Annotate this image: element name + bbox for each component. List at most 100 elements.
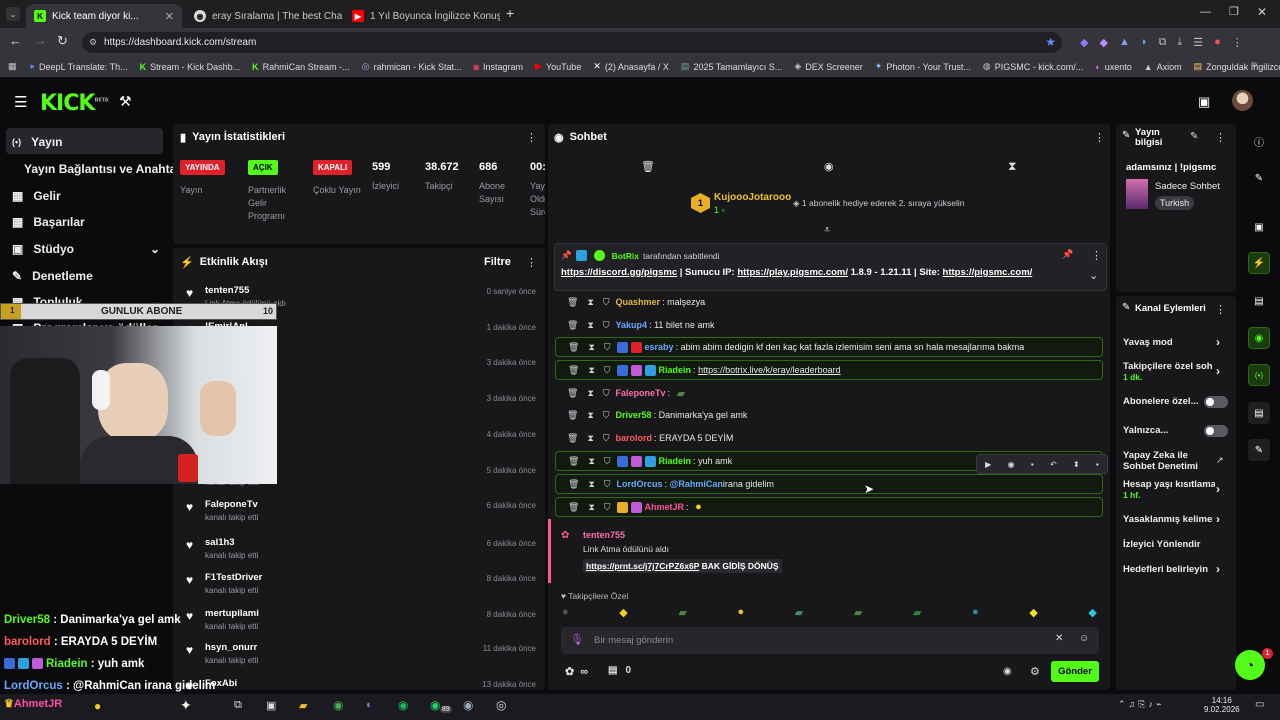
stack-icon[interactable]: ▤ [1248, 402, 1270, 424]
delete-icon[interactable]: 🗑 [568, 342, 579, 353]
bookmark[interactable]: K Stream - Kick Dashb... [140, 62, 241, 72]
ban-shield-icon[interactable]: ⛉ [603, 433, 610, 444]
apps-grid-icon[interactable]: ▦ [8, 61, 17, 72]
bookmark[interactable]: ◐ uxento [1095, 62, 1131, 72]
activity-user[interactable]: tenten755 [205, 285, 249, 296]
edit-icon[interactable]: ✎ [1190, 131, 1198, 142]
chevron-right-icon[interactable]: › [1216, 512, 1220, 526]
trash-icon[interactable]: 🗑 [641, 160, 655, 173]
extensions-puzzle-icon[interactable]: ⧉ [1158, 36, 1166, 49]
points-display[interactable]: ✿ ∞ [565, 665, 588, 679]
extension-icon[interactable]: ◆ [1080, 36, 1088, 49]
emote-icon[interactable]: ● [562, 606, 569, 619]
extension-icon[interactable]: ◗ [1141, 36, 1148, 49]
bookmark[interactable]: ▶ YouTube [535, 61, 581, 72]
action-subscribers-only[interactable]: Abonelere özel... [1123, 396, 1199, 407]
chat-input-box[interactable]: 🎙 Bir mesaj gönderin ✕ ☺ [561, 627, 1099, 654]
chat-icon[interactable]: ◉ [1248, 327, 1270, 349]
document-icon[interactable]: ▤ [1248, 290, 1270, 312]
task-view-icon[interactable]: ⧉ [234, 699, 242, 712]
reload-icon[interactable]: ↻ [57, 33, 68, 49]
chat-message[interactable]: 🗑 ⧗ ⛉ LordOrcus: @RahmiCan irana gidelim [555, 474, 1103, 494]
chat-username[interactable]: AhmetJR [645, 502, 685, 512]
bookmark[interactable]: ▤ 2025 Tamamlayıcı S... [681, 61, 782, 72]
hamburger-menu-icon[interactable]: ☰ [14, 93, 27, 111]
chat-icon[interactable]: ◉ [824, 160, 834, 173]
delete-icon[interactable]: 🗑 [567, 433, 578, 444]
info-icon[interactable]: ⓘ [1248, 130, 1270, 152]
microphone-icon[interactable]: 🎙 [570, 633, 584, 646]
action-account-age[interactable]: Hesap yaşı kısıtlama [1123, 479, 1215, 490]
chat-message[interactable]: 🗑 ⧗ ⛉ FaleponeTv: ▰ [555, 383, 1103, 403]
reward-link[interactable]: https://prnt.sc/j7j7CrPZ6x6P [586, 561, 699, 571]
obs-icon[interactable]: ◎ [496, 698, 506, 712]
hourglass-icon[interactable]: ⧗ [1008, 159, 1016, 174]
camera-icon[interactable]: ▣ [1248, 216, 1270, 238]
browser-tab[interactable]: ◉ eray Sıralama | The best ChatB... ✕ [186, 4, 342, 28]
action-goals[interactable]: Hedefleri belirleyin [1123, 564, 1208, 575]
timeout-icon[interactable]: ⧗ [588, 365, 594, 376]
chevron-right-icon[interactable]: › [1216, 562, 1220, 576]
emote-icon[interactable]: ◆ [1029, 606, 1037, 619]
maximize-icon[interactable]: ❐ [1229, 5, 1239, 18]
bookmark[interactable]: ◈ DEX Screener [794, 61, 862, 72]
extension-icon[interactable]: ▲ [1119, 36, 1130, 49]
chat-username[interactable]: Quashmer [616, 297, 661, 307]
close-window-icon[interactable]: ✕ [1257, 5, 1267, 19]
category-name[interactable]: Sadece Sohbet [1155, 181, 1220, 192]
chrome-icon[interactable]: ◉ [333, 698, 343, 712]
timeout-icon[interactable]: ⧗ [587, 410, 593, 421]
more-bookmarks-icon[interactable]: » [1252, 59, 1258, 70]
gifts-display[interactable]: ▤ 0 [608, 665, 631, 676]
chat-text[interactable]: https://botrix.live/k/eray/leaderboard [698, 365, 841, 375]
timeout-icon[interactable]: ⧗ [588, 502, 594, 513]
profile-avatar-icon[interactable]: ● [1214, 36, 1221, 49]
download-icon[interactable]: ⤓ [1177, 36, 1182, 49]
undo-icon[interactable]: ↶ [1050, 460, 1057, 469]
chat-username[interactable]: Riadein [659, 365, 692, 375]
chat-username[interactable]: esraby [645, 342, 674, 352]
bookmark[interactable]: K RahmiCan Stream -... [252, 62, 350, 72]
filter-button[interactable]: Filtre [484, 256, 511, 268]
ban-shield-icon[interactable]: ⛉ [604, 342, 611, 353]
more-options-icon[interactable]: ⋮ [1091, 249, 1102, 262]
chat-username[interactable]: FaleponeTv [616, 388, 666, 398]
send-button[interactable]: Gönder [1051, 661, 1099, 682]
sidebar-item-yayin[interactable]: (•) Yayın [12, 135, 63, 149]
only-toggle[interactable] [1204, 425, 1228, 437]
browser-tab[interactable]: K Kick team diyor ki... ✕ [26, 4, 182, 28]
pinned-link[interactable]: https://discord.gg/pigsmc [561, 267, 677, 278]
ban-shield-icon[interactable]: ⛉ [604, 365, 611, 376]
activity-user[interactable]: sal1h3 [205, 537, 235, 548]
chevron-right-icon[interactable]: › [1216, 364, 1220, 378]
edit-icon[interactable]: ✎ [1248, 167, 1270, 189]
window-layout-icon[interactable]: ▣ [1198, 94, 1210, 110]
translate-icon[interactable]: ✕ [1055, 633, 1063, 644]
delete-icon[interactable]: ▪ [1096, 460, 1099, 469]
chat-message[interactable]: 🗑 ⧗ ⛉ Driver58: Danimarka'ya gel amk [555, 405, 1103, 425]
chat-username[interactable]: Riadein [659, 456, 692, 466]
chat-mention[interactable]: @RahmiCan [670, 479, 723, 489]
chevron-right-icon[interactable]: › [1216, 335, 1220, 349]
timeout-icon[interactable]: ⧗ [587, 320, 593, 331]
sidebar-item-denetleme[interactable]: ✎ Denetleme [12, 269, 93, 283]
back-icon[interactable]: ← [9, 33, 22, 48]
pinned-link[interactable]: https://play.pigsmc.com/ [737, 267, 848, 278]
broadcast-icon[interactable]: (•) [1248, 364, 1270, 386]
action-followers-only[interactable]: Takipçilere özel soh [1123, 361, 1213, 372]
chat-message[interactable]: 🗑 ⧗ ⛉ barolord: ERAYDA 5 DEYİM [555, 428, 1103, 448]
chevron-right-icon[interactable]: › [1216, 482, 1220, 496]
chat-message[interactable]: 🗑 ⧗ ⛉ Yakup4: 11 bilet ne amk [555, 315, 1103, 335]
chevron-down-icon[interactable]: ⌄ [1089, 269, 1098, 282]
activity-user[interactable]: hsyn_onurr [205, 642, 257, 653]
bookmark[interactable]: ✦ Photon - Your Trust... [875, 61, 971, 72]
forward-icon[interactable]: → [34, 33, 47, 48]
reply-icon[interactable]: ◉ [1008, 460, 1015, 469]
ban-shield-icon[interactable]: ⛉ [604, 456, 611, 467]
action-raid[interactable]: İzleyici Yönlendir [1123, 539, 1200, 550]
chat-input[interactable]: Bir mesaj gönderin [594, 635, 673, 646]
activity-user[interactable]: FaleponeTv [205, 499, 258, 510]
pinned-link[interactable]: https://pigsmc.com/ [943, 267, 1033, 278]
chat-settings-icon[interactable]: ◉ [1003, 666, 1012, 677]
wrench-icon[interactable]: ✎ [1248, 439, 1270, 461]
